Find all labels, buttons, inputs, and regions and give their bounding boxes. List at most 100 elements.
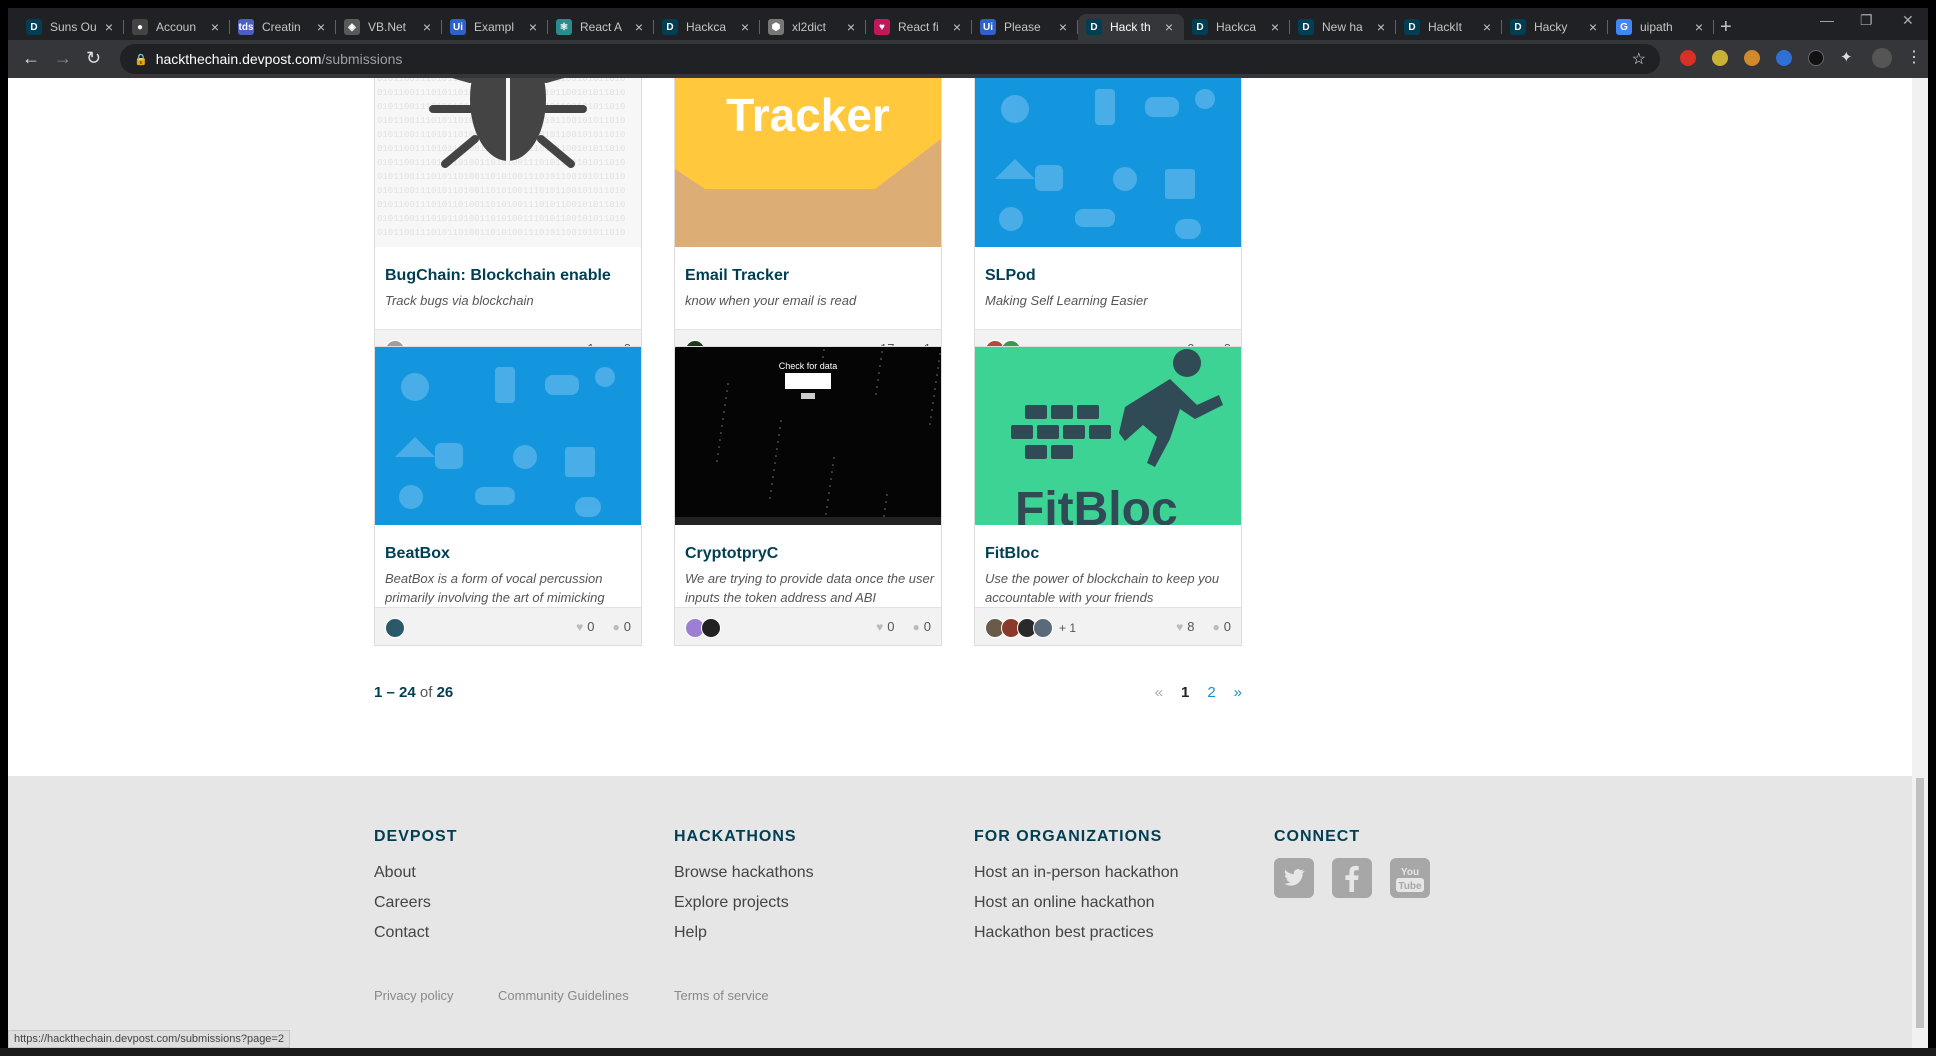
browser-tab[interactable]: ♥ React fi × [866, 14, 972, 40]
submission-card[interactable]: BeatBox BeatBox is a form of vocal percus… [374, 346, 642, 646]
youtube-icon[interactable]: You Tube [1390, 858, 1430, 898]
submission-card[interactable]: Check for data CryptotpryC We are trying t… [674, 346, 942, 646]
tab-close-icon[interactable]: × [1056, 19, 1070, 35]
footer-link-explore-projects[interactable]: Explore projects [674, 888, 814, 918]
browser-tab[interactable]: Ui Please × [972, 14, 1078, 40]
page-scrollbar[interactable] [1912, 78, 1928, 1048]
tab-close-icon[interactable]: × [526, 19, 540, 35]
browser-toolbar: ← → ↻ 🔒 hackthechain.devpost.com/submiss… [8, 40, 1928, 78]
tab-title: React A [580, 20, 623, 34]
browser-tab[interactable]: ● Accoun × [124, 14, 230, 40]
twitter-icon[interactable] [1274, 858, 1314, 898]
avatar[interactable] [701, 618, 721, 638]
tab-close-icon[interactable]: × [208, 19, 222, 35]
scrollbar-thumb[interactable] [1916, 778, 1924, 1028]
extension-icon[interactable] [1680, 50, 1696, 66]
browser-tab[interactable]: ⚛ React A × [548, 14, 654, 40]
browser-tab[interactable]: Guipath × [1608, 14, 1714, 40]
browser-tab[interactable]: D Hackca × [1184, 14, 1290, 40]
submission-card[interactable]: FitBloc FitBloc Use the power of blockchai… [974, 346, 1242, 646]
bookmark-star-icon[interactable]: ☆ [1632, 49, 1646, 69]
close-window-icon[interactable]: ✕ [1902, 12, 1914, 29]
browser-tab[interactable]: Ui Exampl × [442, 14, 548, 40]
submission-card[interactable]: SLPodMaking Self Learning Easier♥0●0 [974, 78, 1242, 368]
tab-close-icon[interactable]: × [102, 19, 116, 35]
puzzle-extensions-icon[interactable]: ✦ [1840, 48, 1856, 66]
forward-button[interactable]: → [54, 49, 72, 67]
browser-tab[interactable]: D Suns Ou × [18, 14, 124, 40]
submission-title[interactable]: CryptotpryC [685, 545, 935, 563]
community-guidelines-link[interactable]: Community Guidelines [498, 988, 629, 1003]
submission-title[interactable]: FitBloc [985, 545, 1235, 563]
footer-link-browse-hackathons[interactable]: Browse hackathons [674, 858, 814, 888]
tab-close-icon[interactable]: × [420, 19, 434, 35]
tab-close-icon[interactable]: × [1268, 19, 1282, 35]
browser-tab[interactable]: ⬢ xl2dict × [760, 14, 866, 40]
avatar[interactable] [1033, 618, 1053, 638]
extension-icon[interactable] [1808, 50, 1824, 66]
browser-tab[interactable]: tds Creatin × [230, 14, 336, 40]
prev-page-link: « [1154, 684, 1163, 701]
tab-close-icon[interactable]: × [632, 19, 646, 35]
avatar[interactable] [385, 618, 405, 638]
submission-thumbnail[interactable]: FitBloc [975, 347, 1241, 525]
site-footer: DEVPOST About Careers Contact HACKATHONS… [8, 776, 1912, 1048]
submission-title[interactable]: Email Tracker [685, 267, 935, 285]
footer-link-in-person[interactable]: Host an in-person hackathon [974, 858, 1179, 888]
extension-icon[interactable] [1776, 50, 1792, 66]
browser-tab[interactable]: D HackIt × [1396, 14, 1502, 40]
facebook-icon[interactable] [1332, 858, 1372, 898]
tab-close-icon[interactable]: × [1692, 19, 1706, 35]
extension-icon[interactable] [1712, 50, 1728, 66]
tab-close-icon[interactable]: × [738, 19, 752, 35]
tab-close-icon[interactable]: × [950, 19, 964, 35]
browser-tab[interactable]: D New ha × [1290, 14, 1396, 40]
submission-title[interactable]: SLPod [985, 267, 1235, 285]
minimize-icon[interactable]: — [1820, 12, 1834, 28]
svg-text:010110011101011010011010100111: 0101100111010110100110101001110101100101… [377, 200, 625, 210]
new-tab-button[interactable]: + [1720, 16, 1732, 39]
terms-of-service-link[interactable]: Terms of service [674, 988, 769, 1003]
submission-thumbnail[interactable]: 0101100111010110100110101001110101100101… [375, 78, 641, 247]
submission-title[interactable]: BeatBox [385, 545, 635, 563]
tab-close-icon[interactable]: × [844, 19, 858, 35]
reload-button[interactable]: ↻ [86, 49, 101, 67]
footer-link-best-practices[interactable]: Hackathon best practices [974, 918, 1179, 948]
tab-close-icon[interactable]: × [1480, 19, 1494, 35]
page-2-link[interactable]: 2 [1207, 684, 1215, 701]
svg-text:You: You [1401, 867, 1419, 878]
footer-link-online[interactable]: Host an online hackathon [974, 888, 1179, 918]
submission-card[interactable]: Tracker Email Tracker know when your email… [674, 78, 942, 368]
submission-thumbnail[interactable] [975, 78, 1241, 247]
browser-tab[interactable]: D Hack th × [1078, 14, 1184, 40]
cookie-extension-icon[interactable] [1744, 50, 1760, 66]
tab-close-icon[interactable]: × [1162, 19, 1176, 35]
profile-avatar[interactable] [1872, 48, 1892, 68]
back-button[interactable]: ← [22, 49, 40, 67]
tab-close-icon[interactable]: × [1374, 19, 1388, 35]
devpost-icon: D [1510, 19, 1526, 35]
page-links: « 1 2 » [1155, 684, 1242, 701]
menu-kebab-icon[interactable]: ⋮ [1906, 47, 1922, 66]
browser-tab[interactable]: D Hacky × [1502, 14, 1608, 40]
tab-close-icon[interactable]: × [314, 19, 328, 35]
tab-close-icon[interactable]: × [1586, 19, 1600, 35]
submission-thumbnail[interactable]: Check for data [675, 347, 941, 525]
restore-icon[interactable]: ❐ [1860, 12, 1873, 29]
address-bar[interactable]: 🔒 hackthechain.devpost.com/submissions ☆ [120, 44, 1660, 74]
submission-thumbnail[interactable] [375, 347, 641, 525]
submission-thumbnail[interactable]: Tracker [675, 78, 941, 247]
like-heart-icon: ♥ [876, 619, 884, 634]
next-page-link[interactable]: » [1234, 684, 1242, 701]
submission-title[interactable]: BugChain: Blockchain enable [385, 267, 635, 285]
footer-link-careers[interactable]: Careers [374, 888, 457, 918]
footer-link-contact[interactable]: Contact [374, 918, 457, 948]
like-heart-icon: ♥ [1176, 619, 1184, 634]
svg-text:010110011101011010011010100111: 0101100111010110100110101001110101100101… [377, 214, 625, 224]
privacy-policy-link[interactable]: Privacy policy [374, 988, 453, 1003]
footer-link-about[interactable]: About [374, 858, 457, 888]
footer-link-help[interactable]: Help [674, 918, 814, 948]
browser-tab[interactable]: D Hackca × [654, 14, 760, 40]
browser-tab[interactable]: ◈ VB.Net × [336, 14, 442, 40]
submission-card[interactable]: 0101100111010110100110101001110101100101… [374, 78, 642, 368]
